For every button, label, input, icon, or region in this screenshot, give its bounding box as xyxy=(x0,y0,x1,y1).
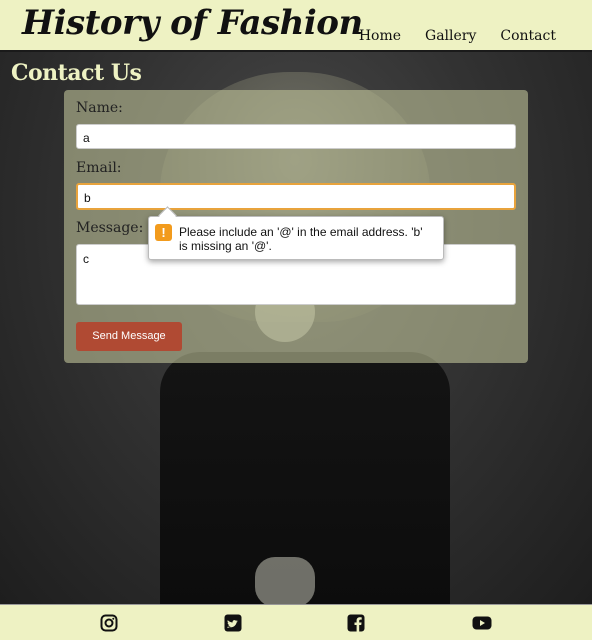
validation-message: Please include an '@' in the email addre… xyxy=(179,225,423,253)
name-field[interactable]: a xyxy=(76,124,516,149)
send-message-label: Send Message xyxy=(92,330,166,342)
youtube-icon[interactable] xyxy=(472,614,492,632)
warning-icon: ! xyxy=(155,224,172,241)
site-footer xyxy=(0,604,592,640)
nav-contact[interactable]: Contact xyxy=(500,28,556,44)
email-label: Email: xyxy=(76,160,122,176)
email-validation-tooltip: ! Please include an '@' in the email add… xyxy=(148,216,444,260)
nav-gallery[interactable]: Gallery xyxy=(425,28,476,44)
email-field[interactable]: b xyxy=(76,183,516,210)
page-title: Contact Us xyxy=(11,60,142,86)
send-message-button[interactable]: Send Message xyxy=(76,322,182,351)
facebook-icon[interactable] xyxy=(347,614,365,632)
nav-home[interactable]: Home xyxy=(359,28,401,44)
message-label: Message: xyxy=(76,220,144,236)
photo-hand xyxy=(255,557,315,604)
main-nav: Home Gallery Contact xyxy=(335,28,556,44)
site-title[interactable]: History of Fashion xyxy=(22,3,363,43)
instagram-icon[interactable] xyxy=(100,614,118,632)
name-label: Name: xyxy=(76,100,123,116)
twitter-icon[interactable] xyxy=(224,614,242,632)
site-header: History of Fashion Home Gallery Contact xyxy=(0,0,592,52)
